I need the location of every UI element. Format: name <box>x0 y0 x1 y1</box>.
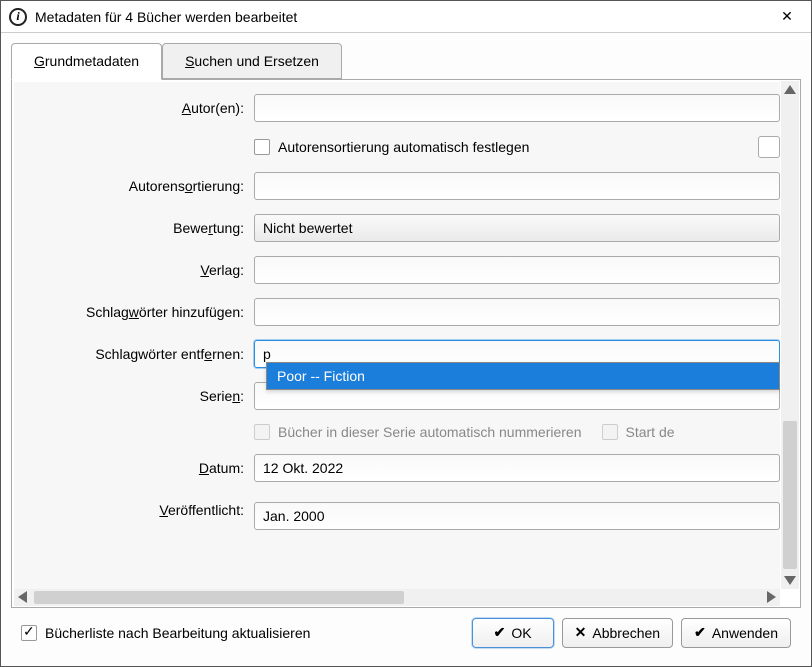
tags-add-input[interactable] <box>254 298 780 326</box>
authors-input[interactable] <box>254 94 780 122</box>
author-sort-auto-label: Autorensortierung automatisch festlegen <box>278 139 529 155</box>
titlebar: i Metadaten für 4 Bücher werden bearbeit… <box>1 1 811 33</box>
label-pubdate: Veröffentlicht: <box>20 502 254 518</box>
row-author-sort-auto: Autorensortierung automatisch festlegen <box>14 136 780 158</box>
scroll-left-icon <box>18 591 27 603</box>
author-sort-input[interactable] <box>254 172 780 200</box>
row-pubdate: Veröffentlicht: <box>14 496 780 524</box>
series-auto-checkbox <box>254 424 270 440</box>
x-icon: ✕ <box>575 624 587 641</box>
close-button[interactable]: ✕ <box>771 3 803 31</box>
label-date: Datum: <box>20 460 254 476</box>
row-authors: Autor(en): <box>14 94 780 122</box>
form-scroll-area: Autor(en): Autorensortierung automatisch… <box>14 82 780 589</box>
apply-button[interactable]: ✔ Anwenden <box>681 618 791 648</box>
label-authors: Autor(en): <box>20 100 254 116</box>
scroll-right-icon <box>767 591 776 603</box>
scroll-down-icon <box>784 576 796 585</box>
label-series: Serien: <box>20 388 254 404</box>
ok-label: OK <box>511 625 531 641</box>
hscroll-thumb[interactable] <box>34 591 404 604</box>
autocomplete-item[interactable]: Poor -- Fiction <box>267 363 779 389</box>
refresh-checkbox[interactable] <box>21 625 37 641</box>
vertical-scrollbar[interactable] <box>781 81 799 589</box>
label-tags-add: Schlagwörter hinzufügen: <box>20 304 254 320</box>
info-icon: i <box>9 8 27 26</box>
autocomplete-popup: Poor -- Fiction <box>266 362 780 390</box>
row-date: Datum: <box>14 454 780 482</box>
label-rating: Bewertung: <box>20 220 254 236</box>
row-author-sort: Autorensortierung: <box>14 172 780 200</box>
cancel-button[interactable]: ✕ Abbrechen <box>562 618 673 648</box>
horizontal-scrollbar[interactable] <box>14 589 780 606</box>
tab-bar: Grundmetadaten Suchen und Ersetzen <box>11 43 801 79</box>
check-icon: ✔ <box>694 624 706 641</box>
row-publisher: Verlag: <box>14 256 780 284</box>
series-auto-label: Bücher in dieser Serie automatisch numme… <box>278 424 582 440</box>
row-series-auto: Bücher in dieser Serie automatisch numme… <box>14 424 780 440</box>
date-input[interactable] <box>254 454 780 482</box>
ok-button[interactable]: ✔ OK <box>472 618 554 648</box>
scroll-up-icon <box>784 85 796 94</box>
cancel-label: Abbrechen <box>592 625 660 641</box>
series-start-checkbox <box>602 424 618 440</box>
tab-basic-metadata[interactable]: Grundmetadaten <box>11 43 162 80</box>
series-start-label: Start de <box>626 424 675 440</box>
tab-pane: Autor(en): Autorensortierung automatisch… <box>11 79 801 608</box>
label-tags-remove: Schlagwörter entfernen: <box>20 346 254 362</box>
row-tags-add: Schlagwörter hinzufügen: <box>14 298 780 326</box>
check-icon: ✔ <box>494 624 506 641</box>
row-rating: Bewertung: Nicht bewertet <box>14 214 780 242</box>
tab-basic-rest: rundmetadaten <box>45 53 139 69</box>
dialog-body: Grundmetadaten Suchen und Ersetzen Autor… <box>1 33 811 666</box>
tab-sr-rest: uchen und Ersetzen <box>194 53 319 69</box>
rating-value: Nicht bewertet <box>263 220 352 236</box>
author-sort-auto-aux-button[interactable] <box>758 136 780 158</box>
label-author-sort: Autorensortierung: <box>20 178 254 194</box>
apply-label: Anwenden <box>712 625 778 641</box>
refresh-label: Bücherliste nach Bearbeitung aktualisier… <box>45 625 310 641</box>
dialog-window: i Metadaten für 4 Bücher werden bearbeit… <box>0 0 812 667</box>
author-sort-auto-checkbox[interactable] <box>254 139 270 155</box>
tab-basic-accel: G <box>34 53 45 69</box>
publisher-input[interactable] <box>254 256 780 284</box>
dialog-footer: Bücherliste nach Bearbeitung aktualisier… <box>11 608 801 656</box>
vscroll-thumb[interactable] <box>783 421 797 569</box>
label-publisher: Verlag: <box>20 262 254 278</box>
window-title: Metadaten für 4 Bücher werden bearbeitet <box>35 9 771 25</box>
pubdate-input[interactable] <box>254 502 780 530</box>
rating-select[interactable]: Nicht bewertet <box>254 214 780 242</box>
tab-search-replace[interactable]: Suchen und Ersetzen <box>162 43 342 79</box>
